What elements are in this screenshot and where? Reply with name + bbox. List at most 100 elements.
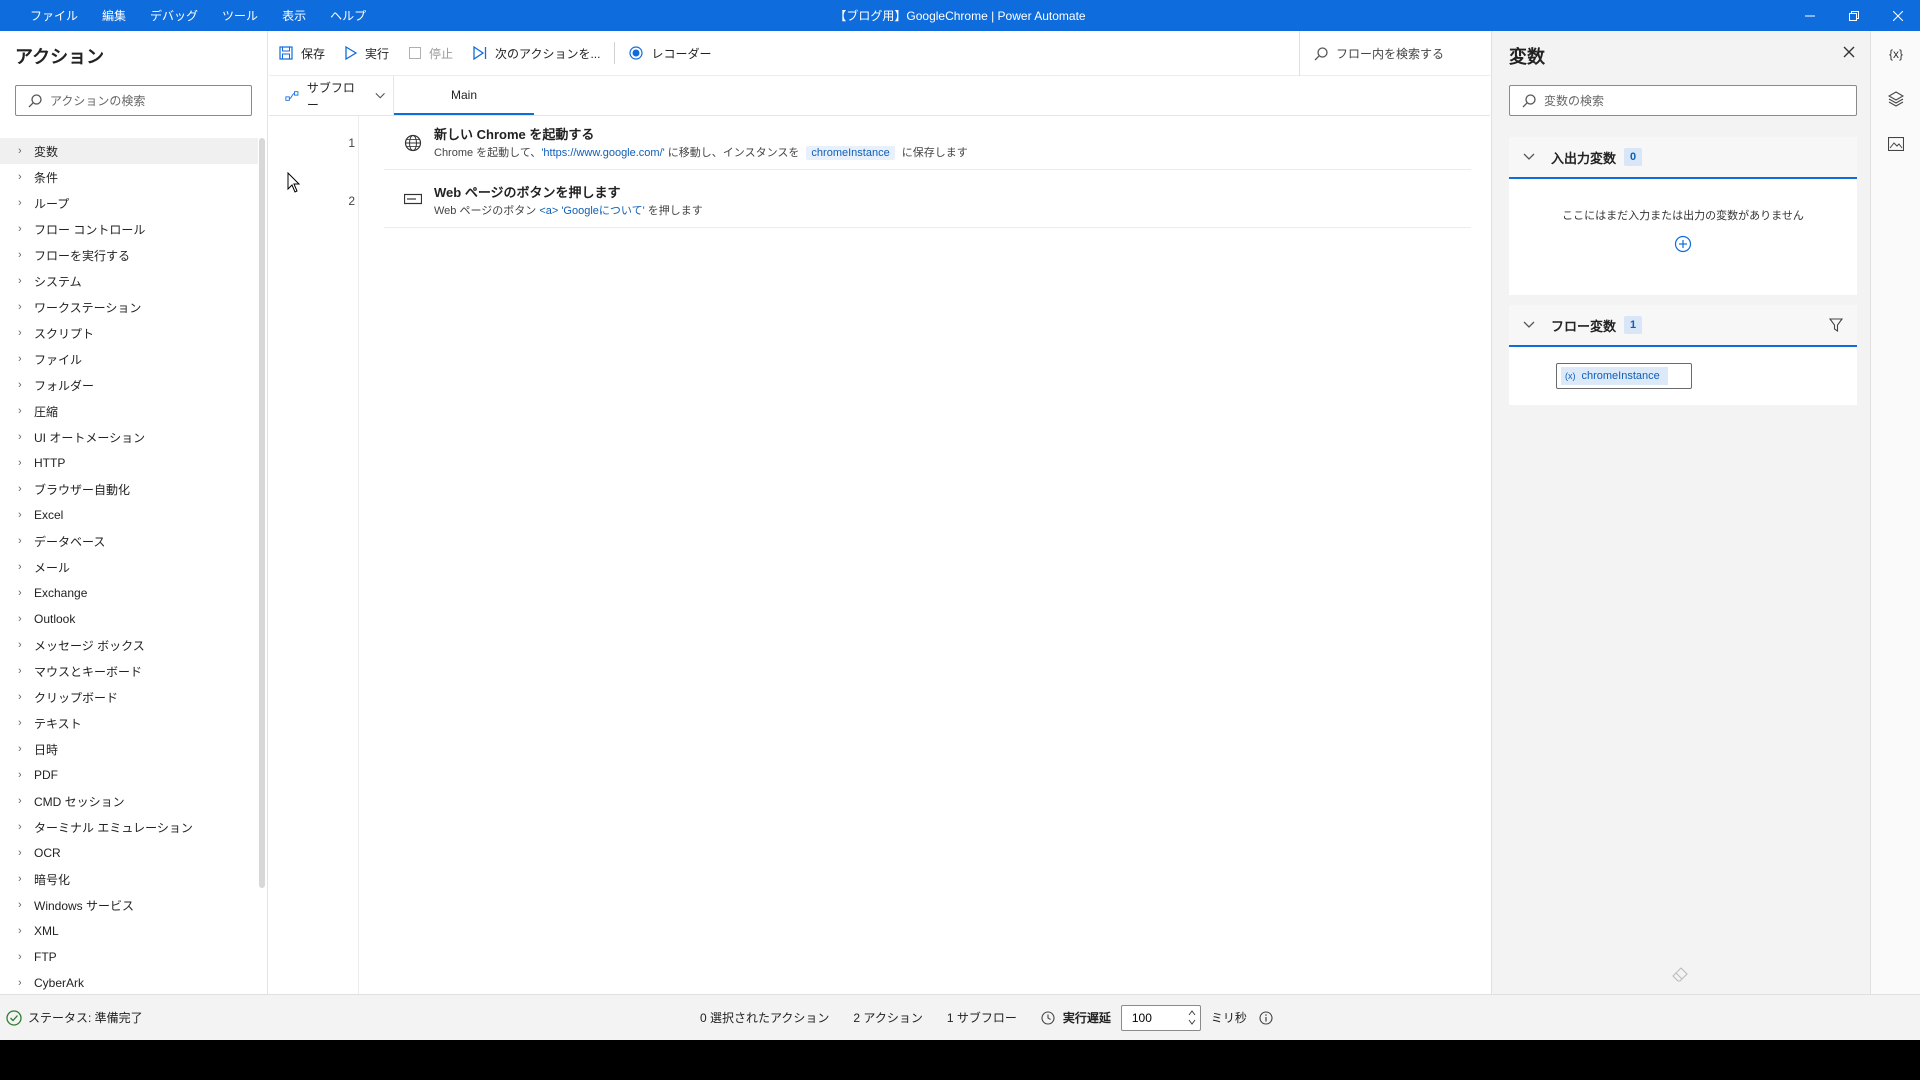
stepper-arrows[interactable] (1188, 1009, 1196, 1027)
action-category-item[interactable]: › 条件 (0, 164, 258, 190)
actions-search-box[interactable] (15, 85, 252, 116)
close-window-button[interactable] (1876, 0, 1920, 31)
menu-tools[interactable]: ツール (222, 7, 258, 24)
run-button[interactable]: 実行 (345, 45, 389, 62)
action-category-item[interactable]: › 圧縮 (0, 398, 258, 424)
action-category-item[interactable]: › メール (0, 554, 258, 580)
action-line-number: 1 (348, 136, 355, 150)
subflow-dropdown[interactable]: サブフロー (269, 76, 394, 115)
action-category-item[interactable]: › テキスト (0, 710, 258, 736)
variables-search-box[interactable] (1509, 85, 1857, 116)
menu-help[interactable]: ヘルプ (330, 7, 366, 24)
action-category-label: 圧縮 (34, 404, 59, 419)
action-category-item[interactable]: › ワークステーション (0, 294, 258, 320)
action-category-item[interactable]: › FTP (0, 944, 258, 970)
action-category-item[interactable]: › ファイル (0, 346, 258, 372)
globe-icon (404, 134, 422, 152)
restore-button[interactable] (1832, 0, 1876, 31)
action-category-item[interactable]: › 暗号化 (0, 866, 258, 892)
chevron-right-icon: › (18, 613, 22, 625)
action-category-item[interactable]: › データベース (0, 528, 258, 554)
run-delay-input[interactable] (1131, 1010, 1180, 1025)
status-indicator: ステータス: 準備完了 (0, 1009, 143, 1026)
action-category-item[interactable]: › 変数 (0, 138, 258, 164)
action-category-item[interactable]: › クリップボード (0, 684, 258, 710)
actions-scrollbar[interactable] (259, 138, 265, 888)
action-category-label: システム (34, 274, 82, 289)
menu-debug[interactable]: デバッグ (150, 7, 198, 24)
action-category-item[interactable]: › XML (0, 918, 258, 944)
flow-variables-header[interactable]: フロー変数 1 (1509, 305, 1857, 347)
action-category-item[interactable]: › ブラウザー自動化 (0, 476, 258, 502)
add-io-variable-button[interactable] (1509, 235, 1857, 253)
run-delay-stepper[interactable] (1120, 1004, 1201, 1031)
close-variables-pane-button[interactable] (1843, 45, 1855, 63)
action-category-item[interactable]: › マウスとキーボード (0, 658, 258, 684)
tab-main[interactable]: Main (394, 76, 534, 115)
io-variables-header[interactable]: 入出力変数 0 (1509, 137, 1857, 179)
stop-button[interactable]: 停止 (409, 45, 453, 62)
save-button[interactable]: 保存 (279, 45, 325, 62)
flow-action-row[interactable]: 1 新しい Chrome を起動する Chrome を起動して、'https:/… (348, 116, 1471, 170)
flow-variable-item[interactable]: (x) chromeInstance (1556, 363, 1692, 389)
filter-icon[interactable] (1829, 318, 1843, 332)
chevron-down-icon[interactable] (1188, 1019, 1196, 1025)
flow-search-box[interactable]: フロー内を検索する (1299, 31, 1444, 76)
action-category-item[interactable]: › Outlook (0, 606, 258, 632)
action-category-item[interactable]: › システム (0, 268, 258, 294)
subflow-label: サブフロー (306, 80, 355, 112)
info-icon[interactable] (1259, 1010, 1273, 1025)
action-category-item[interactable]: › フロー コントロール (0, 216, 258, 242)
action-category-item[interactable]: › CyberArk (0, 970, 258, 996)
action-category-item[interactable]: › スクリプト (0, 320, 258, 346)
eraser-icon[interactable] (1672, 967, 1688, 983)
flow-variables-section: フロー変数 1 (x) chromeInstance (1509, 305, 1857, 405)
action-category-item[interactable]: › HTTP (0, 450, 258, 476)
action-category-item[interactable]: › Exchange (0, 580, 258, 606)
variables-search-input[interactable] (1544, 93, 1821, 108)
action-category-item[interactable]: › OCR (0, 840, 258, 866)
action-category-item[interactable]: › Windows サービス (0, 892, 258, 918)
action-category-label: CyberArk (34, 976, 85, 990)
flow-action-row[interactable]: 2 Web ページのボタンを押します Web ページのボタン <a> 'Goog… (348, 174, 1471, 228)
action-category-item[interactable]: › フォルダー (0, 372, 258, 398)
chevron-right-icon: › (18, 743, 22, 755)
chevron-right-icon: › (18, 977, 22, 989)
menu-file[interactable]: ファイル (30, 7, 78, 24)
action-category-item[interactable]: › フローを実行する (0, 242, 258, 268)
action-category-label: CMD セッション (34, 794, 125, 809)
action-category-item[interactable]: › ループ (0, 190, 258, 216)
chevron-right-icon: › (18, 327, 22, 339)
chevron-right-icon: › (18, 509, 22, 521)
action-category-label: ターミナル エミュレーション (34, 820, 193, 835)
image-icon (1888, 136, 1904, 151)
images-rail-button[interactable] (1871, 121, 1920, 166)
ui-elements-rail-button[interactable] (1871, 76, 1920, 121)
action-category-item[interactable]: › CMD セッション (0, 788, 258, 814)
desc-text: Web ページのボタン (434, 205, 540, 217)
title-bar: ファイル 編集 デバッグ ツール 表示 ヘルプ 【ブログ用】GoogleChro… (0, 0, 1920, 31)
action-category-item[interactable]: › UI オートメーション (0, 424, 258, 450)
io-variables-section: 入出力変数 0 ここにはまだ入力または出力の変数がありません (1509, 137, 1857, 295)
action-category-item[interactable]: › ターミナル エミュレーション (0, 814, 258, 840)
action-category-item[interactable]: › PDF (0, 762, 258, 788)
minimize-button[interactable] (1788, 0, 1832, 31)
action-category-label: 変数 (34, 144, 59, 159)
action-category-item[interactable]: › 日時 (0, 736, 258, 762)
action-category-item[interactable]: › メッセージ ボックス (0, 632, 258, 658)
variables-rail-button[interactable]: {x} (1871, 31, 1920, 76)
line-number-gutter (269, 116, 359, 994)
chevron-up-icon[interactable] (1188, 1009, 1196, 1016)
menu-edit[interactable]: 編集 (102, 7, 126, 24)
flow-variables-count-badge: 1 (1624, 316, 1643, 334)
chevron-down-icon (1523, 321, 1535, 328)
actions-search-input[interactable] (50, 93, 238, 108)
menu-view[interactable]: 表示 (282, 7, 306, 24)
recorder-button[interactable]: レコーダー (629, 45, 711, 62)
actions-pane-title: アクション (15, 47, 105, 67)
action-category-label: HTTP (34, 456, 66, 470)
action-category-item[interactable]: › Excel (0, 502, 258, 528)
run-next-action-button[interactable]: 次のアクションを... (473, 45, 600, 62)
record-icon (629, 46, 644, 60)
chevron-right-icon: › (18, 275, 22, 287)
